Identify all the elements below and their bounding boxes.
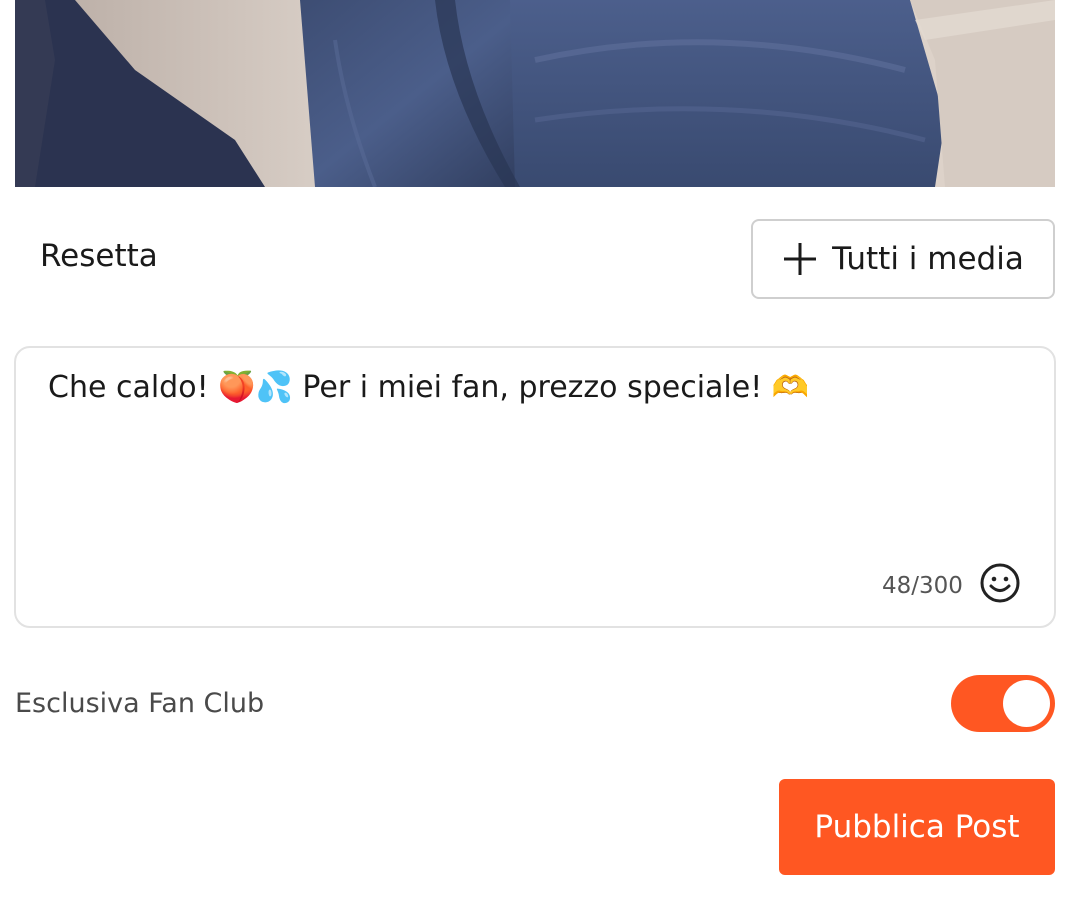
exclusive-fan-club-label: Esclusiva Fan Club	[15, 688, 265, 719]
post-editor: Resetta Tutti i media Che caldo! 🍑💦 Per …	[0, 0, 1088, 900]
plus-icon	[784, 243, 817, 275]
photo-preview	[15, 0, 1055, 187]
smiley-icon[interactable]	[979, 562, 1021, 604]
caption-text[interactable]: Che caldo! 🍑💦 Per i miei fan, prezzo spe…	[48, 370, 809, 405]
toggle-knob	[1003, 680, 1050, 727]
caption-textarea[interactable]: Che caldo! 🍑💦 Per i miei fan, prezzo spe…	[14, 346, 1056, 628]
all-media-label: Tutti i media	[832, 241, 1024, 277]
publish-post-button[interactable]: Pubblica Post	[779, 779, 1055, 875]
media-preview-image[interactable]	[15, 0, 1055, 187]
all-media-button[interactable]: Tutti i media	[751, 219, 1055, 299]
exclusive-fan-club-toggle[interactable]	[951, 675, 1055, 732]
character-counter: 48/300	[882, 573, 963, 599]
reset-button[interactable]: Resetta	[40, 238, 158, 274]
